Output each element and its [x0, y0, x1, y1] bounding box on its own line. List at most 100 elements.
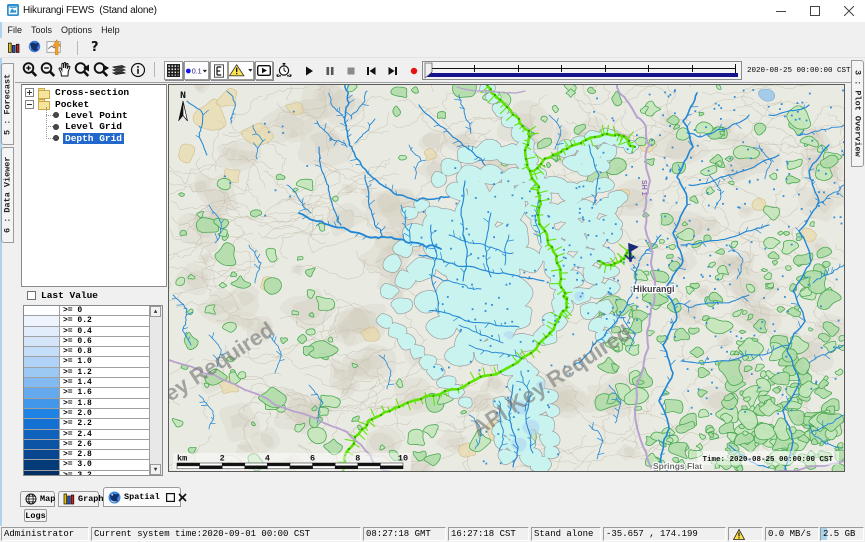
- tree-connector: [46, 115, 53, 116]
- tree-item-level-grid[interactable]: Level Grid: [22, 121, 166, 132]
- tree-collapse-icon[interactable]: [25, 100, 34, 109]
- map-display[interactable]: SH 1API Key RequiredAPI Key RequiredHiku…: [168, 84, 845, 472]
- tab-graph[interactable]: Graph: [58, 491, 99, 507]
- svg-text:8: 8: [355, 454, 360, 464]
- skip-begin-icon: [365, 65, 377, 77]
- tree-leaf-bullet-icon: [53, 135, 59, 141]
- legend-color-swatch: [24, 430, 60, 439]
- tree-item-cross-section[interactable]: Cross-section: [22, 87, 166, 98]
- svg-text:N: N: [180, 91, 186, 102]
- place-label-springs-flat: Springs Flat: [653, 461, 702, 471]
- chart-up-arrow-icon: [46, 39, 63, 55]
- float-tab-icon[interactable]: [166, 493, 175, 502]
- timeline-thumb[interactable]: [424, 62, 434, 79]
- help-button[interactable]: ?: [91, 40, 99, 55]
- legend-row: >= 2.8: [24, 450, 162, 460]
- skip-end-button[interactable]: [387, 64, 399, 76]
- legend-row: >= 0.4: [24, 327, 162, 337]
- legend-row: >= 1.2: [24, 368, 162, 378]
- scroll-down-button[interactable]: ▼: [150, 464, 161, 475]
- map-display-button[interactable]: [28, 39, 48, 57]
- svg-text:2: 2: [220, 454, 225, 464]
- close-button[interactable]: [832, 0, 865, 22]
- tree-connector: [46, 138, 53, 139]
- stop-button[interactable]: [345, 64, 357, 76]
- legend-scrollbar[interactable]: ▲ ▼: [149, 306, 162, 475]
- timeline-progress-bar: [426, 73, 738, 77]
- tab-spatial-label: Spatial: [124, 492, 160, 502]
- legend-color-swatch: [24, 450, 60, 459]
- legend-color-swatch: [24, 337, 60, 346]
- legend-color-swatch: [24, 327, 60, 336]
- zoom-out-icon: [40, 62, 56, 78]
- legend-row-label: >= 2.4: [60, 430, 92, 439]
- status-user: Administrator: [1, 527, 89, 541]
- layers-button[interactable]: [112, 62, 126, 78]
- legend-row: >= 2.6: [24, 440, 162, 450]
- legend-row: >= 0.8: [24, 347, 162, 357]
- tree-item-level-point[interactable]: Level Point: [22, 110, 166, 121]
- map-canvas[interactable]: SH 1API Key RequiredAPI Key RequiredHiku…: [169, 85, 844, 471]
- tree-item-depth-grid[interactable]: Depth Grid: [22, 133, 166, 144]
- animation-button[interactable]: [255, 61, 273, 80]
- pause-button[interactable]: [324, 64, 336, 76]
- menu-item-help[interactable]: Help: [97, 24, 125, 36]
- legend-row: >= 0: [24, 306, 162, 316]
- legend-color-swatch: [24, 388, 60, 397]
- bar-chart-colored-icon: [7, 39, 21, 55]
- last-value-checkbox[interactable]: [27, 291, 36, 300]
- info-icon: [130, 62, 146, 78]
- legend-row: >= 2.0: [24, 409, 162, 419]
- thresholds-dropdown[interactable]: [228, 61, 254, 80]
- scroll-up-button[interactable]: ▲: [150, 306, 161, 317]
- tree-item-label: Cross-section: [53, 87, 131, 98]
- legend-row: >= 1.0: [24, 357, 162, 367]
- tree-item-pocket[interactable]: Pocket: [22, 98, 166, 109]
- class-breaks-dropdown[interactable]: 0.1: [184, 61, 209, 80]
- timeline-tick: [605, 65, 606, 72]
- grid-display-button[interactable]: [164, 61, 183, 80]
- play-frame-icon: [257, 65, 271, 76]
- status-gmt-time: 08:27:18 GMT: [363, 527, 446, 541]
- dock-tab-plot-overview[interactable]: 3 : Plot Overview: [851, 60, 864, 167]
- dock-tab-data-viewer[interactable]: 6 : Data Viewer: [1, 147, 14, 243]
- skip-begin-button[interactable]: [365, 64, 377, 76]
- import-export-button[interactable]: [46, 39, 66, 57]
- minimize-button[interactable]: [764, 0, 798, 22]
- menu-item-tools[interactable]: Tools: [27, 24, 57, 36]
- close-tab-icon[interactable]: [178, 493, 187, 502]
- toolbar-divider: [15, 82, 851, 83]
- dock-tab-forecast[interactable]: 5 : Forecast: [1, 63, 14, 145]
- contour-button[interactable]: [210, 61, 228, 80]
- timeline-slider[interactable]: [422, 61, 742, 80]
- pan-button[interactable]: [57, 61, 72, 77]
- maximize-button[interactable]: [798, 0, 832, 22]
- contour-lines-icon: [213, 64, 225, 78]
- last-value-row: Last Value: [27, 290, 98, 301]
- menu-item-file[interactable]: File: [3, 24, 27, 36]
- menu-item-options[interactable]: Options: [57, 24, 97, 36]
- tab-logs[interactable]: Logs: [24, 509, 47, 522]
- legend-color-swatch: [24, 419, 60, 428]
- legend-row-label: >= 1.6: [60, 388, 92, 397]
- zoom-out-button[interactable]: [40, 62, 55, 78]
- legend-color-swatch: [24, 306, 60, 315]
- info-button[interactable]: [130, 62, 145, 78]
- set-time-button[interactable]: [276, 61, 292, 79]
- main-toolbar: ?: [0, 38, 865, 58]
- tab-map[interactable]: Map: [20, 491, 55, 507]
- zoom-previous-button[interactable]: [74, 62, 90, 78]
- topology-tree-panel: Cross-sectionPocketLevel PointLevel Grid…: [21, 84, 167, 287]
- tab-spatial[interactable]: Spatial: [103, 487, 181, 507]
- zoom-in-button[interactable]: [22, 62, 37, 78]
- tree-item-label: Level Point: [63, 110, 130, 121]
- timeline-axis: [431, 68, 735, 69]
- play-button[interactable]: [303, 64, 315, 76]
- legend-row-label: >= 1.4: [60, 378, 92, 387]
- legend-color-swatch: [24, 368, 60, 377]
- record-button[interactable]: [408, 64, 420, 76]
- bar-chart-icon: [63, 493, 75, 505]
- zoom-next-button[interactable]: [93, 62, 109, 78]
- database-viewer-button[interactable]: [7, 39, 27, 57]
- tree-expand-icon[interactable]: [25, 88, 34, 97]
